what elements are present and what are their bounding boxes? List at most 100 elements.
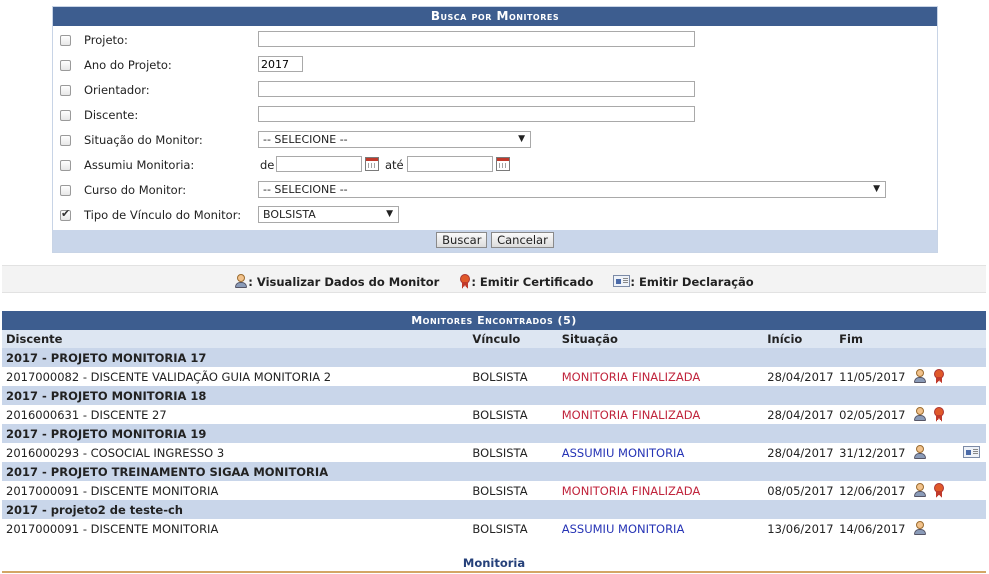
buscar-button[interactable]: Buscar [436,232,488,248]
legend-visualizar-label: : Visualizar Dados do Monitor [248,275,440,289]
certificate-ribbon-icon[interactable] [933,407,945,422]
discente-cell: 2016000631 - DISCENTE 27 [2,405,469,424]
certificate-ribbon-icon[interactable] [933,483,945,498]
vinculo-select[interactable]: BOLSISTA ▼ [258,206,399,223]
user-view-icon[interactable] [913,521,927,535]
inicio-cell: 13/06/2017 [763,519,836,538]
curso-select[interactable]: -- SELECIONE -- ▼ [258,181,886,198]
orientador-label: Orientador: [84,83,150,97]
situacao-checkbox[interactable] [60,135,71,146]
calendar-icon[interactable] [365,157,379,171]
user-view-icon[interactable] [913,483,927,497]
project-group-row: 2017 - PROJETO MONITORIA 19 [2,424,986,443]
assumiu-checkbox[interactable] [60,160,71,171]
curso-label: Curso do Monitor: [84,183,187,197]
de-label: de [260,158,275,172]
user-view-icon[interactable] [913,445,927,459]
vinculo-cell: BOLSISTA [468,481,558,500]
assumiu-to-input[interactable] [407,156,493,172]
project-title: 2017 - PROJETO MONITORIA 17 [2,348,986,367]
col-situacao: Situação [557,330,764,348]
project-group-row: 2017 - projeto2 de teste-ch [2,500,986,519]
ano-input[interactable] [258,56,303,72]
situacao-select[interactable]: -- SELECIONE -- ▼ [258,131,531,148]
user-view-icon[interactable] [913,407,927,421]
fim-cell: 31/12/2017 [835,443,909,462]
col-vinculo: Vínculo [468,330,558,348]
row-curso: Curso do Monitor: -- SELECIONE -- ▼ [53,180,937,205]
situacao-cell: MONITORIA FINALIZADA [557,405,764,424]
discente-input[interactable] [258,106,695,122]
project-title: 2017 - PROJETO MONITORIA 19 [2,424,986,443]
vinculo-label: Tipo de Vínculo do Monitor: [84,208,242,222]
col-discente: Discente [2,330,469,348]
assumiu-label: Assumiu Monitoria: [84,158,195,172]
fim-cell: 14/06/2017 [835,519,909,538]
search-form-footer: Buscar Cancelar [53,230,937,252]
orientador-checkbox[interactable] [60,85,71,96]
inicio-cell: 08/05/2017 [763,481,836,500]
discente-label: Discente: [84,108,139,122]
row-vinculo: Tipo de Vínculo do Monitor: BOLSISTA ▼ [53,205,937,230]
search-form-body: Projeto: Ano do Projeto: Orientador: Dis… [53,26,937,230]
project-title: 2017 - PROJETO TREINAMENTO SIGAA MONITOR… [2,462,986,481]
situacao-cell: ASSUMIU MONITORIA [557,443,764,462]
cancelar-button[interactable]: Cancelar [491,232,554,248]
project-group-row: 2017 - PROJETO TREINAMENTO SIGAA MONITOR… [2,462,986,481]
fim-cell: 02/05/2017 [835,405,909,424]
certificate-ribbon-icon[interactable] [933,369,945,384]
projeto-input[interactable] [258,31,695,47]
inicio-cell: 28/04/2017 [763,405,836,424]
table-header-row: Discente Vínculo Situação Início Fim [2,330,986,348]
icon-legend: : Visualizar Dados do Monitor : Emitir C… [2,265,986,293]
curso-checkbox[interactable] [60,185,71,196]
assumiu-from-input[interactable] [276,156,362,172]
footer-link[interactable]: Monitoria [2,556,986,570]
situacao-cell: MONITORIA FINALIZADA [557,367,764,386]
user-view-icon[interactable] [913,369,927,383]
legend-declaracao: : Emitir Declaração [613,266,754,298]
actions-cell [909,519,986,538]
legend-certificado-label: : Emitir Certificado [471,275,594,289]
discente-cell: 2016000293 - COSOCIAL INGRESSO 3 [2,443,469,462]
inicio-cell: 28/04/2017 [763,367,836,386]
vinculo-cell: BOLSISTA [468,519,558,538]
actions-cell [909,481,986,500]
vinculo-cell: BOLSISTA [468,405,558,424]
results-panel: Monitores Encontrados (5) Discente Víncu… [2,311,986,538]
discente-cell: 2017000091 - DISCENTE MONITORIA [2,519,469,538]
discente-checkbox[interactable] [60,110,71,121]
row-assumiu: Assumiu Monitoria: de até [53,155,937,180]
table-row: 2017000091 - DISCENTE MONITORIA BOLSISTA… [2,481,986,500]
row-orientador: Orientador: [53,80,937,105]
vinculo-cell: BOLSISTA [468,367,558,386]
table-row: 2017000091 - DISCENTE MONITORIA BOLSISTA… [2,519,986,538]
search-form-title: Busca por Monitores [53,7,937,26]
project-group-row: 2017 - PROJETO MONITORIA 18 [2,386,986,405]
table-row: 2016000631 - DISCENTE 27 BOLSISTA MONITO… [2,405,986,424]
vinculo-select-value: BOLSISTA [263,208,316,221]
actions-cell [909,367,986,386]
col-fim: Fim [835,330,909,348]
footer-divider [2,571,986,573]
row-ano: Ano do Projeto: [53,55,937,80]
col-actions [909,330,986,348]
orientador-input[interactable] [258,81,695,97]
inicio-cell: 28/04/2017 [763,443,836,462]
user-view-icon [234,274,248,288]
row-situacao: Situação do Monitor: -- SELECIONE -- ▼ [53,130,937,155]
actions-cell [909,443,986,462]
row-discente: Discente: [53,105,937,130]
ano-label: Ano do Projeto: [84,58,172,72]
vinculo-checkbox[interactable] [60,207,71,221]
ano-checkbox[interactable] [60,60,71,71]
discente-cell: 2017000082 - DISCENTE VALIDAÇÃO GUIA MON… [2,367,469,386]
vinculo-cell: BOLSISTA [468,443,558,462]
declaration-card-icon[interactable] [963,446,980,458]
projeto-checkbox[interactable] [60,35,71,46]
calendar-icon[interactable] [496,157,510,171]
table-row: 2017000082 - DISCENTE VALIDAÇÃO GUIA MON… [2,367,986,386]
project-title: 2017 - PROJETO MONITORIA 18 [2,386,986,405]
legend-declaracao-label: : Emitir Declaração [630,275,754,289]
fim-cell: 11/05/2017 [835,367,909,386]
